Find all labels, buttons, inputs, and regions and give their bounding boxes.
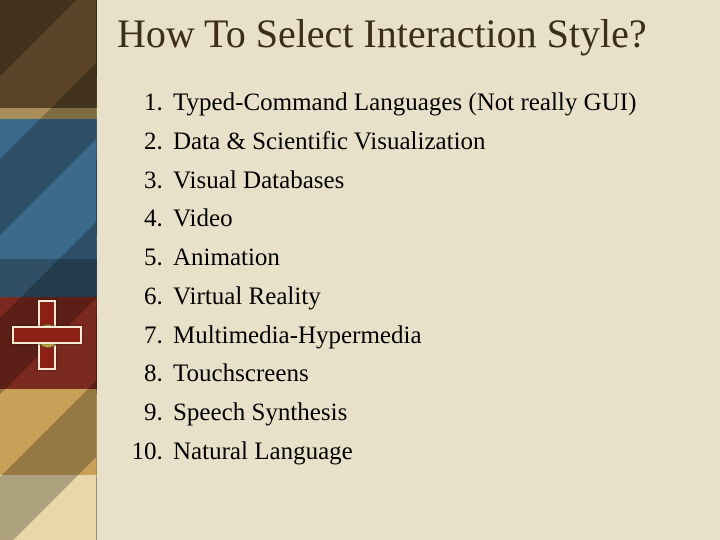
list-item: Data & Scientific Visualization — [169, 123, 700, 162]
interaction-style-list: Typed-Command Languages (Not really GUI)… — [121, 84, 700, 472]
list-item: Visual Databases — [169, 162, 700, 201]
list-item: Speech Synthesis — [169, 394, 700, 433]
slide-content: How To Select Interaction Style? Typed-C… — [97, 0, 720, 540]
slide: How To Select Interaction Style? Typed-C… — [0, 0, 720, 540]
list-item: Touchscreens — [169, 355, 700, 394]
list-item: Virtual Reality — [169, 278, 700, 317]
slide-title: How To Select Interaction Style? — [117, 12, 700, 56]
list-item: Animation — [169, 239, 700, 278]
medal-icon — [12, 300, 82, 370]
list-item: Multimedia-Hypermedia — [169, 317, 700, 356]
decorative-side-image — [0, 0, 97, 540]
list-item: Typed-Command Languages (Not really GUI) — [169, 84, 700, 123]
list-item: Video — [169, 200, 700, 239]
list-item: Natural Language — [169, 433, 700, 472]
